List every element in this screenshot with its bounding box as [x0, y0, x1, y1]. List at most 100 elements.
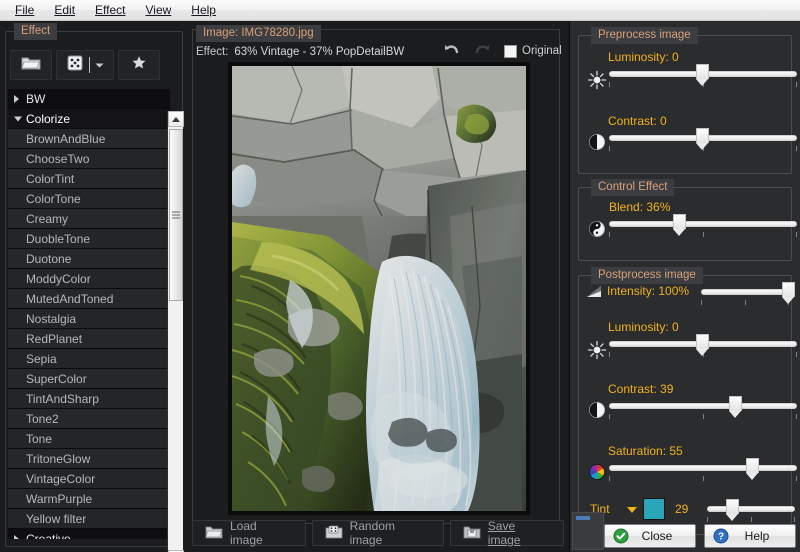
saturation-thumb[interactable] [746, 458, 759, 479]
post-contrast-thumb[interactable] [729, 396, 742, 417]
effect-item-choosetwo[interactable]: ChooseTwo [8, 149, 170, 169]
menu-file-label: File [15, 3, 34, 17]
effect-item-label: WarmPurple [26, 492, 92, 506]
close-button[interactable]: Close [604, 524, 696, 548]
yin-yang-icon [587, 219, 607, 239]
effect-item-mutedandtoned[interactable]: MutedAndToned [8, 289, 170, 309]
preprocess-contrast-label: Contrast: 0 [608, 114, 667, 128]
menu-help[interactable]: Help [182, 1, 225, 20]
horizontal-scrollbar[interactable] [572, 512, 604, 550]
photo-canvas[interactable] [232, 66, 526, 511]
effect-item-warmpurple[interactable]: WarmPurple [8, 489, 170, 509]
chevron-right-icon[interactable] [14, 95, 19, 103]
effect-item-duotone[interactable]: Duotone [8, 249, 170, 269]
saturation-track[interactable] [609, 465, 797, 471]
load-image-button[interactable]: Load image [192, 520, 306, 546]
save-folder-icon [463, 525, 481, 542]
photo-image [232, 66, 526, 511]
effect-item-supercolor[interactable]: SuperColor [8, 369, 170, 389]
effect-item-label: ColorTint [26, 172, 74, 186]
effect-item-nostalgia[interactable]: Nostalgia [8, 309, 170, 329]
scrollbar-nub[interactable] [576, 516, 590, 520]
post-contrast-track[interactable] [609, 403, 797, 409]
chevron-down-icon[interactable] [95, 56, 104, 74]
scrollbar-thumb[interactable] [169, 129, 183, 301]
intensity-track[interactable] [701, 289, 789, 295]
preprocess-contrast-thumb[interactable] [696, 128, 709, 149]
tint-ticks [707, 517, 795, 522]
tint-track[interactable] [707, 506, 795, 512]
preprocess-luminosity-thumb[interactable] [696, 64, 709, 85]
preview-header-controls: Original [440, 40, 570, 62]
effect-item-moddycolor[interactable]: ModdyColor [8, 269, 170, 289]
photo-frame [228, 62, 530, 515]
tint-thumb[interactable] [726, 499, 739, 520]
effect-list-scrollbar[interactable] [167, 111, 183, 552]
blend-ticks [609, 232, 797, 237]
tint-value: 29 [675, 502, 688, 516]
chevron-down-icon[interactable] [14, 116, 22, 121]
menu-view[interactable]: View [137, 1, 181, 20]
effect-item-label: Yellow filter [26, 512, 86, 526]
scroll-up-button[interactable] [168, 111, 184, 127]
saturation-label: Saturation: 55 [608, 444, 683, 458]
chevron-down-icon[interactable] [627, 507, 637, 513]
effect-group-colorize[interactable]: Colorize [8, 109, 170, 129]
effect-item-brownandblue[interactable]: BrownAndBlue [8, 129, 170, 149]
contrast-icon [587, 400, 607, 420]
menu-edit[interactable]: Edit [45, 1, 84, 20]
undo-icon [442, 42, 460, 61]
intensity-thumb[interactable] [782, 282, 795, 303]
menu-file[interactable]: File [6, 1, 43, 20]
post-luminosity-thumb[interactable] [696, 334, 709, 355]
tint-color-swatch[interactable] [643, 498, 665, 520]
random-effect-button[interactable] [56, 50, 114, 80]
effect-item-creamy[interactable]: Creamy [8, 209, 170, 229]
control-effect-legend: Control Effect [591, 179, 674, 196]
undo-button[interactable] [440, 42, 462, 60]
original-checkbox[interactable]: Original [504, 45, 562, 58]
saturation-ticks [609, 476, 797, 481]
preprocess-groupbox: Preprocess image Luminosity: 0 [578, 35, 792, 174]
redo-button[interactable] [472, 42, 494, 60]
blend-thumb[interactable] [673, 214, 686, 235]
sun-icon [587, 70, 607, 90]
menu-effect[interactable]: Effect [86, 1, 134, 20]
effect-item-duobletone[interactable]: DuobleTone [8, 229, 170, 249]
tint-row: Tint 29 [579, 498, 793, 522]
effect-list[interactable]: BWColorizeBrownAndBlueChooseTwo ColorTint… [8, 89, 170, 539]
blend-track[interactable] [609, 221, 797, 227]
effect-group-bw[interactable]: BW [8, 89, 170, 109]
effect-group-creative[interactable]: Creative [8, 529, 170, 539]
effect-item-vintagecolor[interactable]: VintageColor [8, 469, 170, 489]
open-folder-button[interactable] [10, 50, 52, 80]
save-image-button[interactable]: Save image [450, 520, 564, 546]
intensity-label: Intensity: 100% [607, 284, 689, 298]
effect-item-label: TintAndSharp [26, 392, 99, 406]
effect-item-yellow-filter[interactable]: Yellow filter [8, 509, 170, 529]
effect-item-colortint[interactable]: ColorTint [8, 169, 170, 189]
favorite-button[interactable] [118, 50, 160, 80]
preprocess-luminosity-label: Luminosity: 0 [608, 50, 679, 64]
effect-item-tone2[interactable]: Tone2 [8, 409, 170, 429]
gradient-icon [585, 284, 605, 304]
grip-icon [172, 212, 180, 219]
app-window: File Edit Effect View Help Effect [0, 0, 800, 552]
dialog-footer: Close ? Help [604, 524, 796, 548]
chevron-right-icon[interactable] [14, 535, 19, 540]
checkbox-box-icon[interactable] [504, 45, 517, 58]
random-image-button[interactable]: Random image [312, 520, 444, 546]
effect-status-value: 63% Vintage - 37% PopDetailBW [234, 46, 404, 58]
effect-item-label: Creative [26, 532, 71, 539]
help-button[interactable]: ? Help [704, 524, 796, 548]
effect-toolbar [10, 49, 170, 81]
effect-item-redplanet[interactable]: RedPlanet [8, 329, 170, 349]
effect-item-colortone[interactable]: ColorTone [8, 189, 170, 209]
original-checkbox-label: Original [522, 45, 562, 57]
effect-item-tintandsharp[interactable]: TintAndSharp [8, 389, 170, 409]
effect-item-sepia[interactable]: Sepia [8, 349, 170, 369]
folder-open-icon [21, 55, 41, 76]
effect-item-tone[interactable]: Tone [8, 429, 170, 449]
effect-item-tritoneglow[interactable]: TritoneGlow [8, 449, 170, 469]
effect-item-label: SuperColor [26, 372, 87, 386]
